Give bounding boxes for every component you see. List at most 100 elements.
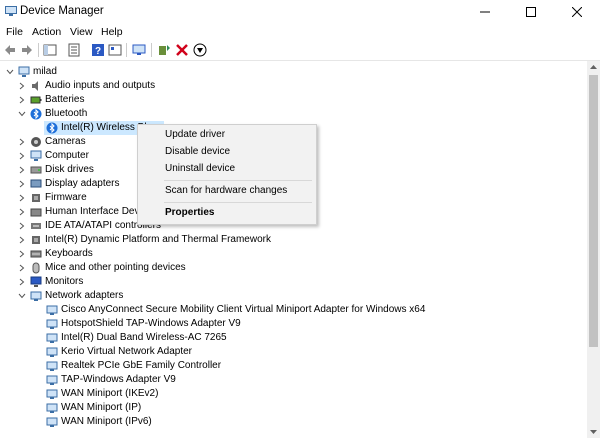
chevron-right-icon[interactable] <box>18 222 26 230</box>
update-driver-icon[interactable] <box>157 43 171 57</box>
uninstall-device-menu-item[interactable]: Uninstall device <box>138 160 316 177</box>
context-menu: Update driver Disable device Uninstall d… <box>137 124 317 225</box>
back-icon[interactable] <box>3 43 17 57</box>
speaker-icon <box>32 81 38 91</box>
network-icon <box>46 305 58 315</box>
disable-device-menu-item[interactable]: Disable device <box>138 143 316 160</box>
chevron-right-icon[interactable] <box>18 138 26 146</box>
scrollbar-thumb[interactable] <box>589 75 598 347</box>
monitor-scan-icon[interactable] <box>132 43 146 57</box>
chevron-right-icon[interactable] <box>18 194 26 202</box>
tree-item-label: Human Interface Devic <box>45 206 147 217</box>
chevron-right-icon[interactable] <box>18 152 26 160</box>
chevron-right-icon[interactable] <box>18 82 26 90</box>
tree-item-label: TAP-Windows Adapter V9 <box>61 374 176 385</box>
svg-text:?: ? <box>95 46 101 57</box>
help-icon[interactable]: ? <box>91 43 105 57</box>
menu-separator <box>164 180 312 181</box>
computer-icon <box>18 66 30 77</box>
menu-view[interactable]: View <box>70 26 93 38</box>
tree-item-label: Disk drives <box>45 164 94 175</box>
forward-icon[interactable] <box>20 43 34 57</box>
bluetooth-icon <box>30 108 42 120</box>
toolbar-separator <box>38 43 39 57</box>
tree-item-label: Computer <box>45 150 89 161</box>
scroll-up-icon[interactable] <box>590 64 597 70</box>
device-manager-icon <box>5 6 17 16</box>
network-icon <box>46 347 58 357</box>
tree-item-label: Audio inputs and outputs <box>45 80 156 91</box>
tree-item-label: WAN Miniport (IKEv2) <box>61 388 159 399</box>
menu-separator <box>164 202 312 203</box>
chevron-right-icon[interactable] <box>18 208 26 216</box>
chevron-right-icon[interactable] <box>18 96 26 104</box>
tree-item-label: WAN Miniport (IPv6) <box>61 416 152 427</box>
tree-item-label: Keyboards <box>45 248 93 259</box>
network-icon <box>30 291 42 301</box>
chevron-down-icon[interactable] <box>18 110 26 118</box>
tree-item-label: Realtek PCIe GbE Family Controller <box>61 360 222 371</box>
view-icon[interactable] <box>108 43 122 57</box>
disable-device-label: Disable device <box>165 146 231 157</box>
properties-label: Properties <box>165 207 215 218</box>
tree-item-label: Intel(R) Dynamic Platform and Thermal Fr… <box>45 234 271 245</box>
window-title: Device Manager <box>20 5 104 17</box>
computer-icon <box>30 150 42 161</box>
maximize-button[interactable] <box>508 0 554 23</box>
network-icon <box>46 319 58 329</box>
vertical-scrollbar[interactable] <box>587 61 600 438</box>
update-driver-menu-item[interactable]: Update driver <box>138 126 316 143</box>
chevron-right-icon[interactable] <box>18 166 26 174</box>
minimize-button[interactable] <box>462 0 508 23</box>
monitor-icon <box>30 276 42 287</box>
display-icon <box>30 179 42 188</box>
tree-item-label: HotspotShield TAP-Windows Adapter V9 <box>61 318 241 329</box>
chip-icon <box>32 236 40 244</box>
menu-file[interactable]: File <box>6 26 23 38</box>
tree-root[interactable]: milad <box>6 65 586 79</box>
network-icon <box>46 333 58 343</box>
scroll-down-icon[interactable] <box>590 429 597 435</box>
keyboard-icon <box>30 250 42 258</box>
menu-bar: File Action View Help <box>0 23 600 40</box>
network-icon <box>46 361 58 371</box>
toolbar-separator <box>126 43 127 57</box>
scan-hardware-label: Scan for hardware changes <box>165 185 288 196</box>
chevron-right-icon[interactable] <box>18 278 26 286</box>
minimize-icon <box>480 11 490 12</box>
title-bar: Device Manager <box>0 0 600 23</box>
bluetooth-icon <box>46 122 58 134</box>
tree-item-label: Mice and other pointing devices <box>45 262 186 273</box>
menu-action[interactable]: Action <box>32 26 61 38</box>
tree-item-label: Monitors <box>45 276 84 287</box>
show-hide-tree-icon[interactable] <box>43 43 57 57</box>
camera-icon <box>31 137 41 147</box>
tree-item-label: Firmware <box>45 192 87 203</box>
tree-item-label: Bluetooth <box>45 108 88 119</box>
chevron-right-icon[interactable] <box>18 180 26 188</box>
close-icon <box>572 6 582 17</box>
chevron-right-icon[interactable] <box>18 236 26 244</box>
properties-menu-item[interactable]: Properties <box>138 204 316 221</box>
menu-help[interactable]: Help <box>101 26 123 38</box>
battery-icon <box>30 96 42 104</box>
tree-item-label: Network adapters <box>45 290 124 301</box>
chevron-right-icon[interactable] <box>18 264 26 272</box>
mouse-icon <box>32 262 40 274</box>
uninstall-icon[interactable] <box>175 43 189 57</box>
network-icon <box>46 375 58 385</box>
chevron-down-icon[interactable] <box>6 68 14 76</box>
properties-icon[interactable] <box>67 43 81 57</box>
tree-item-label: Kerio Virtual Network Adapter <box>61 346 192 357</box>
close-button[interactable] <box>554 0 600 23</box>
chevron-down-icon[interactable] <box>18 292 26 300</box>
scan-hardware-menu-item[interactable]: Scan for hardware changes <box>138 182 316 199</box>
tree-item-label: Batteries <box>45 94 85 105</box>
chevron-right-icon[interactable] <box>18 250 26 258</box>
tree-root-label: milad <box>33 66 57 77</box>
tree-item-label: Intel(R) Dual Band Wireless-AC 7265 <box>61 332 227 343</box>
disable-device-icon[interactable] <box>193 43 207 57</box>
ide-icon <box>31 223 41 229</box>
tree-item-label: Cameras <box>45 136 86 147</box>
tree-item-label: WAN Miniport (IP) <box>61 402 142 413</box>
